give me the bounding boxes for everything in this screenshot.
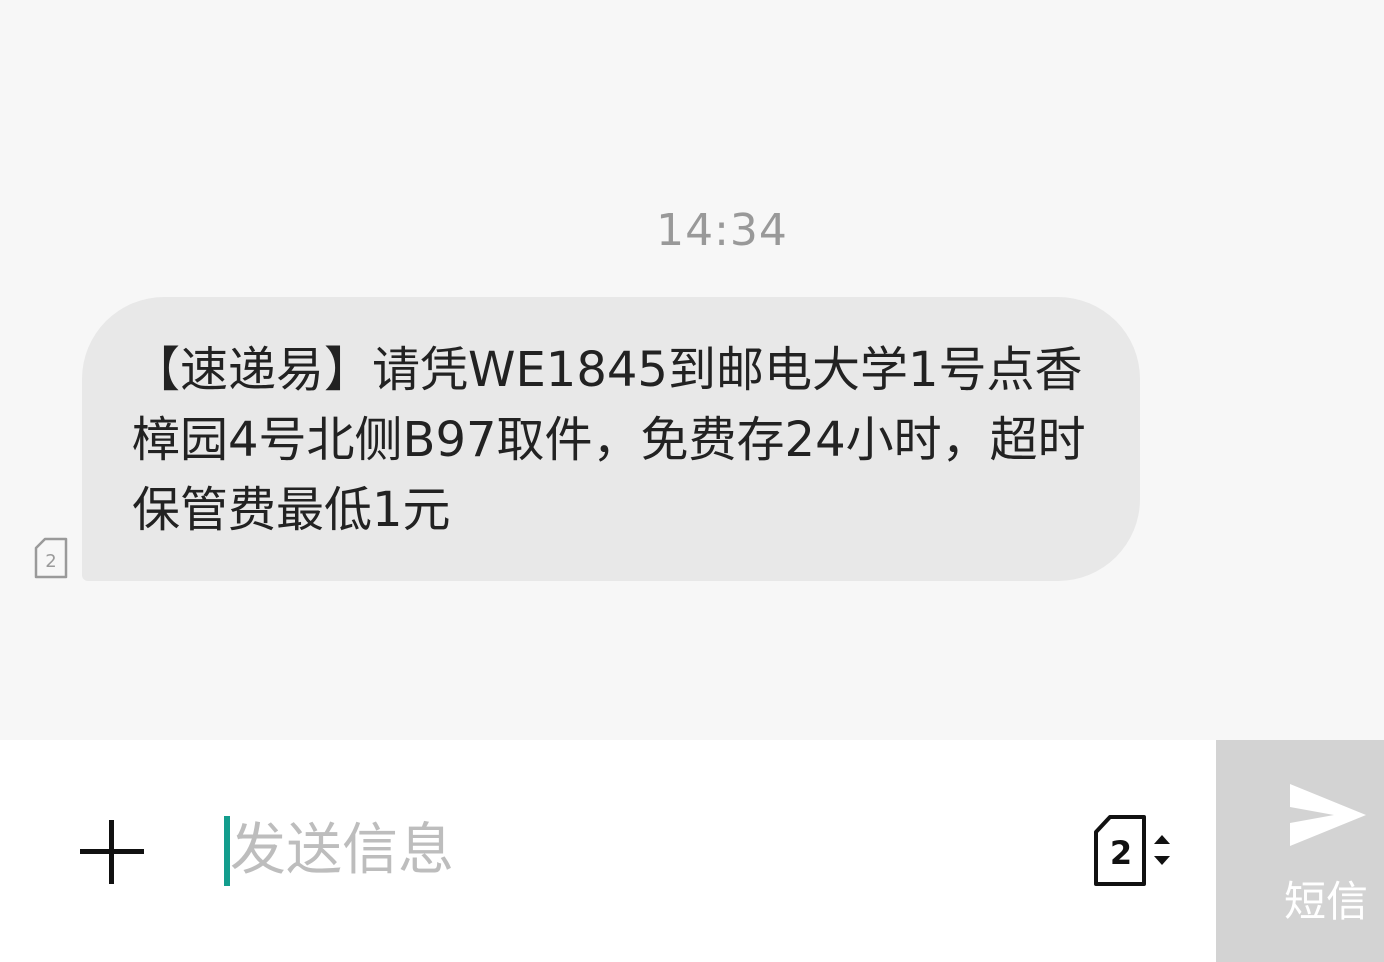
sim-slot-indicator: 2	[34, 537, 68, 579]
send-sms-button[interactable]: 短信	[1216, 740, 1384, 962]
sim-selector-button[interactable]: 2	[1092, 814, 1174, 888]
sim-card-icon: 2	[34, 537, 68, 579]
message-thread: 14:34 2 【速递易】请凭WE1845到邮电大学1号点香樟园4号北侧B97取…	[0, 0, 1384, 740]
message-text: 【速递易】请凭WE1845到邮电大学1号点香樟园4号北侧B97取件，免费存24小…	[132, 342, 1086, 538]
sim-selector-number: 2	[1110, 834, 1132, 872]
send-arrow-icon	[1290, 784, 1366, 846]
chevron-down-icon	[1154, 856, 1170, 865]
add-attachment-button[interactable]	[78, 818, 146, 886]
message-input[interactable]	[230, 810, 1050, 890]
message-timestamp: 14:34	[656, 205, 788, 256]
sim-slot-number: 2	[45, 551, 56, 572]
received-message-bubble[interactable]: 【速递易】请凭WE1845到邮电大学1号点香樟园4号北侧B97取件，免费存24小…	[82, 297, 1140, 581]
sim-card-icon: 2	[1094, 815, 1170, 886]
send-label: 短信	[1283, 877, 1368, 926]
chevron-up-icon	[1154, 835, 1170, 844]
